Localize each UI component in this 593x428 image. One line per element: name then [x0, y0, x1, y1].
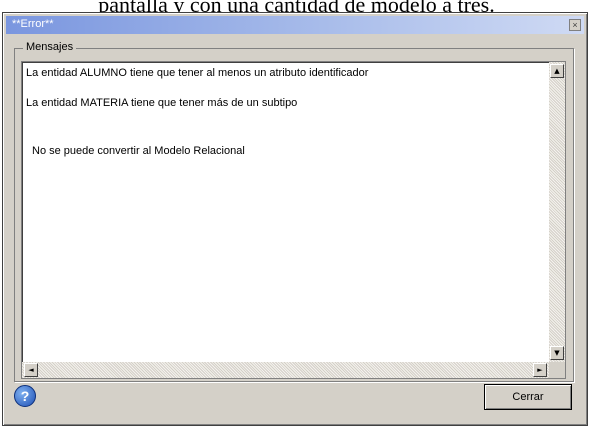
window-close-icon[interactable]: × [569, 19, 581, 31]
groupbox-legend: Mensajes [23, 41, 77, 53]
message-line: No se puede convertir al Modelo Relacion… [32, 145, 245, 157]
message-line: La entidad MATERIA tiene que tener más d… [26, 97, 298, 109]
scroll-right-icon[interactable]: ► [533, 363, 547, 377]
scrollbar-corner [549, 362, 565, 378]
scroll-up-icon[interactable]: ▲ [550, 64, 564, 78]
scroll-down-icon[interactable]: ▼ [550, 346, 564, 360]
horizontal-scrollbar[interactable]: ◄ ► [22, 362, 549, 378]
message-line: La entidad ALUMNO tiene que tener al men… [26, 67, 369, 79]
scroll-left-icon[interactable]: ◄ [24, 363, 38, 377]
messages-groupbox: Mensajes La entidad ALUMNO tiene que ten… [14, 41, 574, 382]
title-bar[interactable]: **Error** × [6, 16, 584, 34]
messages-textarea[interactable]: La entidad ALUMNO tiene que tener al men… [21, 61, 566, 379]
help-icon[interactable]: ? [14, 385, 36, 407]
window-title: **Error** [12, 18, 54, 30]
vertical-scrollbar[interactable]: ▲ ▼ [549, 62, 565, 362]
close-button[interactable]: Cerrar [484, 384, 572, 410]
